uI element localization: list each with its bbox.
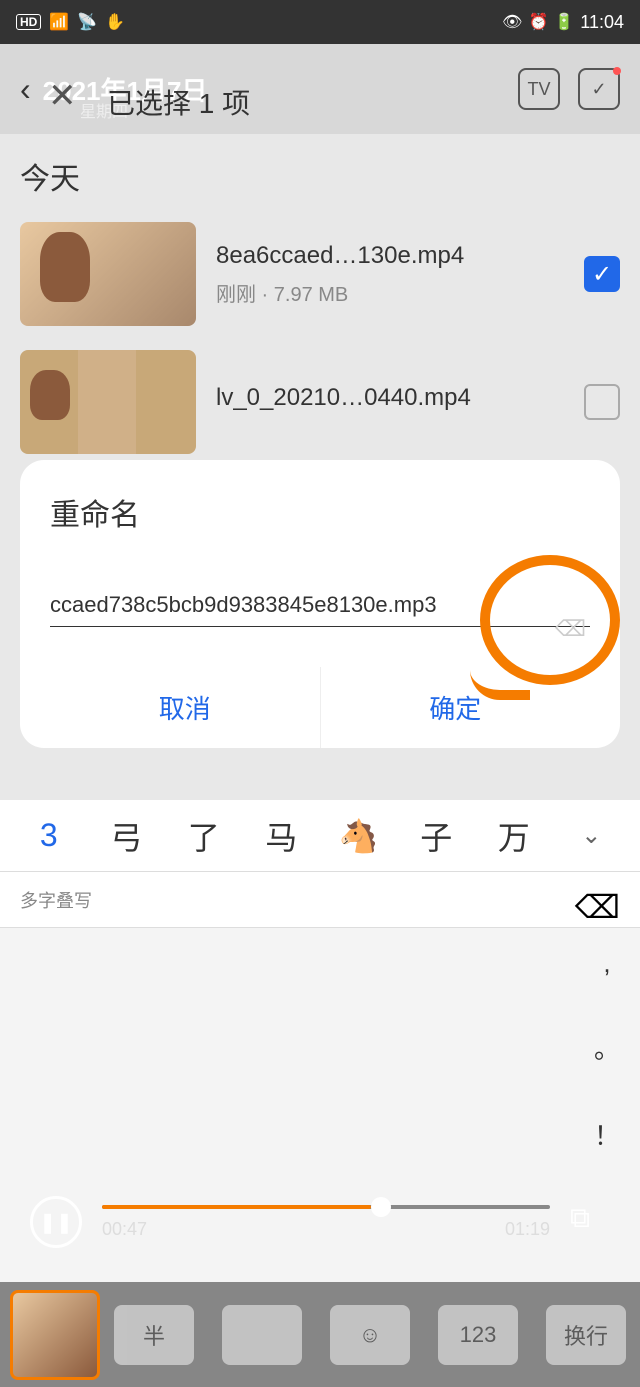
eye-icon: 👁 [502, 12, 522, 32]
total-time: 01:19 [505, 1219, 550, 1240]
candidate[interactable]: 马 [243, 813, 321, 859]
section-today: 今天 [20, 154, 620, 198]
file-item[interactable]: lv_0_20210…0440.mp4 [20, 350, 620, 454]
selection-count: 已选择 1 项 [107, 82, 250, 122]
file-checkbox[interactable] [584, 384, 620, 420]
hand-icon: ✋ [105, 12, 125, 32]
candidate-bar: 3 弓 了 马 🐴 子 万 ⌄ [0, 800, 640, 872]
progress-bar[interactable] [102, 1205, 550, 1209]
candidate[interactable]: 子 [398, 813, 476, 859]
progress-thumb[interactable] [371, 1197, 391, 1217]
candidate[interactable]: 3 [10, 817, 88, 854]
period-key[interactable]: 。 [594, 1029, 620, 1066]
file-list: 今天 8ea6ccaed…130e.mp4 刚刚 · 7.97 MB ✓ lv_… [0, 134, 640, 498]
key-space[interactable] [222, 1305, 302, 1365]
close-icon[interactable]: ✕ [48, 76, 77, 116]
pause-button[interactable]: ❚❚ [30, 1196, 82, 1248]
select-all-icon[interactable]: ✓ [578, 68, 620, 110]
video-thumbnail[interactable] [20, 222, 196, 326]
backspace-icon[interactable]: ⌫ [575, 888, 620, 926]
hd-badge: HD [16, 14, 41, 30]
file-name: lv_0_20210…0440.mp4 [216, 384, 584, 412]
battery-icon: 🔋 [554, 12, 574, 32]
status-bar: HD 📶 📡 ✋ 👁 ⏰ 🔋 11:04 [0, 0, 640, 44]
back-arrow-icon[interactable]: ‹ [20, 71, 31, 108]
file-meta: 刚刚 · 7.97 MB [216, 278, 584, 307]
video-player-bar: ❚❚ 00:47 01:19 ⧉ [0, 1177, 640, 1267]
signal-icon: 📶 [49, 12, 69, 32]
bottom-bar: 半 ☺ 123 换行 [0, 1282, 640, 1387]
rename-dialog: 重命名 ⌫ 取消 确定 [20, 460, 620, 748]
candidate[interactable]: 弓 [88, 813, 166, 859]
more-candidates-icon[interactable]: ⌄ [553, 821, 631, 850]
rename-input[interactable] [50, 584, 590, 627]
header: ‹ ✕ 2021年1月7日 星期四 已选择 1 项 TV ✓ [0, 44, 640, 134]
time-text: 11:04 [580, 12, 624, 33]
file-checkbox[interactable]: ✓ [584, 256, 620, 292]
keyboard-hint: 多字叠写 [0, 872, 640, 928]
wifi-icon: 📡 [77, 12, 97, 32]
cancel-button[interactable]: 取消 [50, 667, 321, 748]
clear-input-icon[interactable]: ⌫ [555, 616, 586, 642]
file-item[interactable]: 8ea6ccaed…130e.mp4 刚刚 · 7.97 MB ✓ [20, 222, 620, 326]
exclaim-key[interactable]: ！ [594, 1116, 620, 1153]
video-thumbnail[interactable] [20, 350, 196, 454]
current-time: 00:47 [102, 1219, 147, 1240]
comma-key[interactable]: , [603, 948, 610, 979]
pip-icon[interactable]: ⧉ [570, 1202, 610, 1242]
mini-thumbnail[interactable] [10, 1290, 100, 1380]
dialog-title: 重命名 [50, 490, 590, 534]
confirm-button[interactable]: 确定 [321, 667, 591, 748]
key-half[interactable]: 半 [114, 1305, 194, 1365]
key-enter[interactable]: 换行 [546, 1305, 626, 1365]
candidate[interactable]: 🐴 [320, 817, 398, 855]
candidate[interactable]: 万 [475, 813, 553, 859]
alarm-icon: ⏰ [528, 12, 548, 32]
key-123[interactable]: 123 [438, 1305, 518, 1365]
handwriting-area[interactable]: , 。 ！ [0, 928, 640, 1208]
key-emoji[interactable]: ☺ [330, 1305, 410, 1365]
candidate[interactable]: 了 [165, 813, 243, 859]
file-name: 8ea6ccaed…130e.mp4 [216, 242, 584, 270]
cast-icon[interactable]: TV [518, 68, 560, 110]
